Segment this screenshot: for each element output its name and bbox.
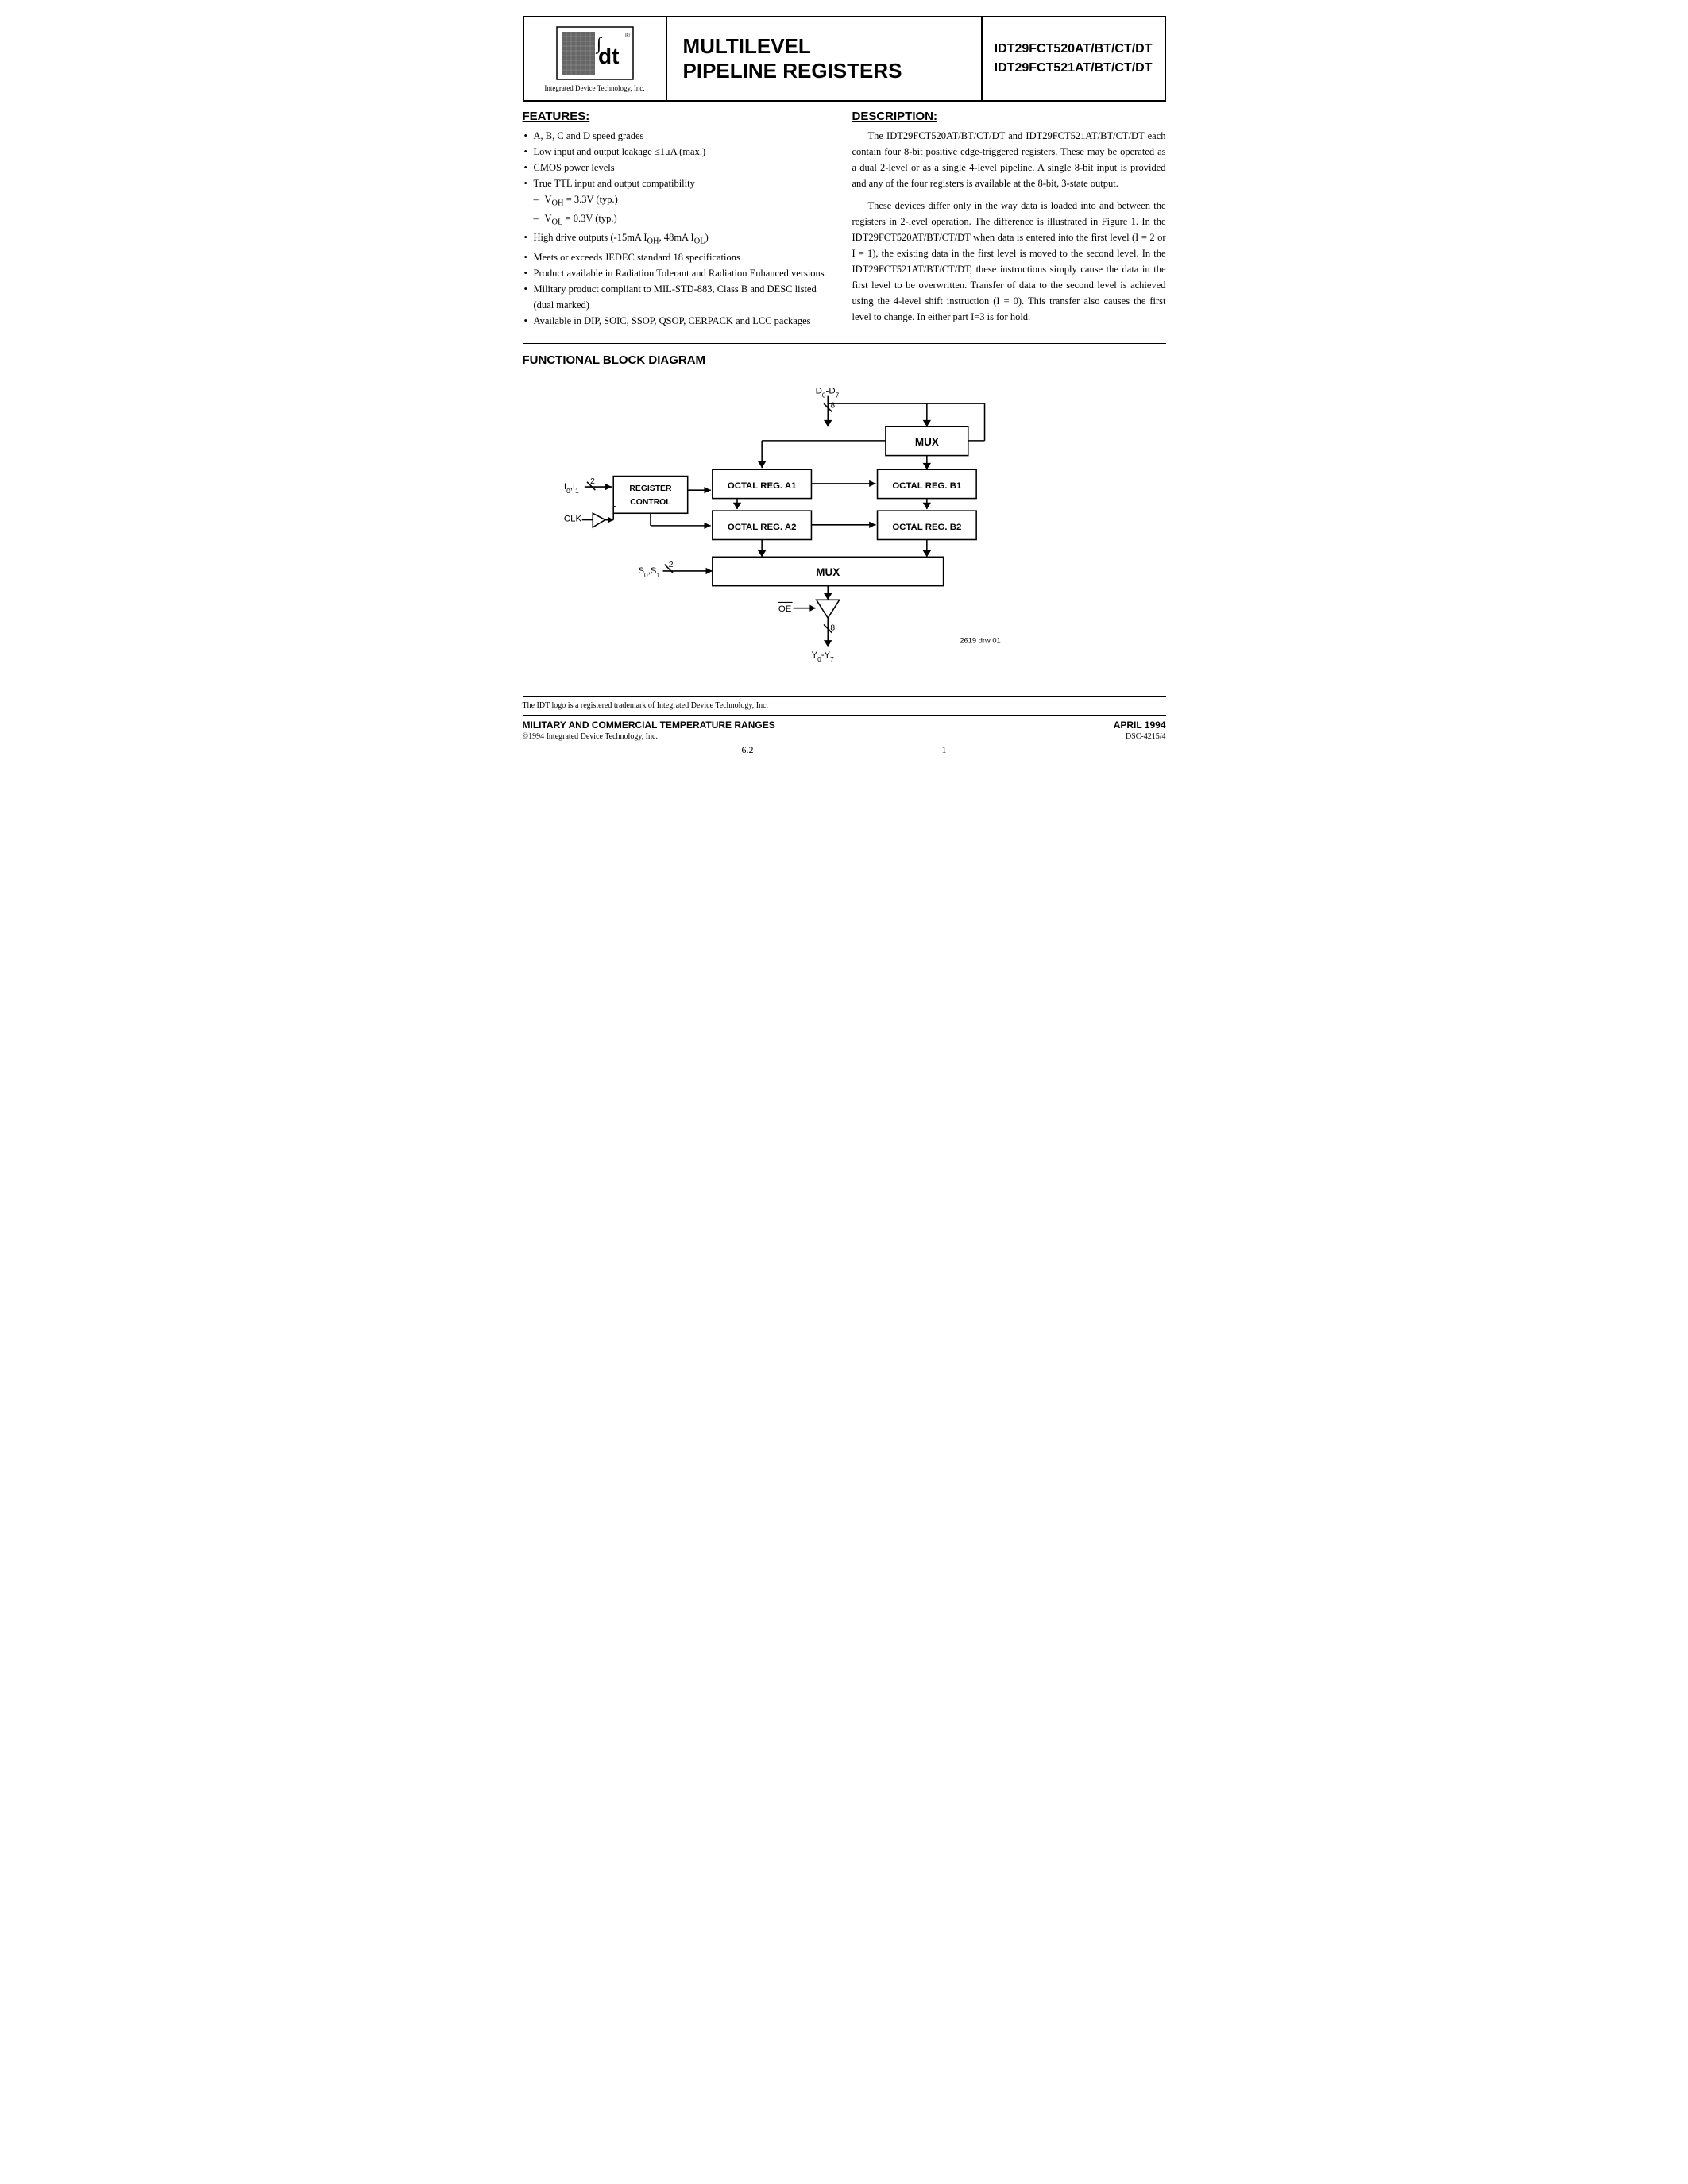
- trademark-text: The IDT logo is a registered trademark o…: [523, 701, 1166, 710]
- clk-buffer-triangle: [593, 513, 605, 527]
- description-body: The IDT29FCT520AT/BT/CT/DT and IDT29FCT5…: [852, 128, 1166, 325]
- features-section: FEATURES: A, B, C and D speed grades Low…: [523, 110, 836, 331]
- clk-label: CLK: [563, 515, 581, 524]
- feature-item: Product available in Radiation Tolerant …: [523, 265, 836, 281]
- footer-mil-text: MILITARY AND COMMERCIAL TEMPERATURE RANG…: [523, 720, 775, 731]
- product-title-line2: PIPELINE REGISTERS: [683, 59, 902, 83]
- y-output-label: Y0-Y7: [811, 650, 834, 663]
- footer-page-number: 6.2 1: [523, 744, 1166, 756]
- feature-item: Meets or exceeds JEDEC standard 18 speci…: [523, 249, 836, 265]
- footer-section: The IDT logo is a registered trademark o…: [523, 696, 1166, 756]
- part-number-1: IDT29FCT520AT/BT/CT/DT: [995, 40, 1153, 59]
- footer-copyright-row: ©1994 Integrated Device Technology, Inc.…: [523, 732, 1166, 741]
- page-header: dt ® ∫ Integrated Device Technology, Inc…: [523, 16, 1166, 102]
- logo-section: dt ® ∫ Integrated Device Technology, Inc…: [524, 17, 667, 100]
- s-bus-width: 2: [668, 561, 673, 569]
- feature-sub-item: VOL = 0.3V (typ.): [523, 210, 836, 230]
- register-control-label1: REGISTER: [629, 484, 672, 493]
- product-title-line1: MULTILEVEL: [683, 34, 811, 59]
- feature-item: A, B, C and D speed grades: [523, 128, 836, 144]
- fbd-heading: FUNCTIONAL BLOCK DIAGRAM: [523, 353, 1166, 367]
- mux-bottom-label: MUX: [816, 566, 840, 578]
- header-title-section: MULTILEVEL PIPELINE REGISTERS: [667, 17, 983, 100]
- feature-item: True TTL input and output compatibility: [523, 176, 836, 191]
- content-section: FEATURES: A, B, C and D speed grades Low…: [523, 110, 1166, 344]
- idt-logo-svg: dt ® ∫: [555, 25, 635, 81]
- register-control-label2: CONTROL: [630, 498, 671, 507]
- register-control-box: [613, 477, 687, 514]
- feature-item: Low input and output leakage ≤1μA (max.): [523, 144, 836, 160]
- feature-item: High drive outputs (-15mA IOH, 48mA IOL): [523, 230, 836, 249]
- feature-item: Available in DIP, SOIC, SSOP, QSOP, CERP…: [523, 313, 836, 329]
- feature-item: CMOS power levels: [523, 160, 836, 176]
- feature-item: Military product compliant to MIL-STD-88…: [523, 281, 836, 313]
- feature-sub-item: VOH = 3.3V (typ.): [523, 191, 836, 210]
- description-para1: The IDT29FCT520AT/BT/CT/DT and IDT29FCT5…: [852, 128, 1166, 191]
- oe-buffer-triangle: [816, 600, 839, 618]
- part-number-2: IDT29FCT521AT/BT/CT/DT: [995, 59, 1153, 78]
- bus-width-top: 8: [830, 401, 835, 410]
- s-input-label: S0,S1: [638, 566, 660, 579]
- doc-number: DSC-4215/4: [1126, 732, 1166, 741]
- diagram-container: D0-D7 8 MUX OCTAL REG. A1 OCTAL: [523, 379, 1166, 681]
- description-heading: DESCRIPTION:: [852, 110, 1166, 123]
- io-input-label: I0,I1: [563, 482, 578, 495]
- footer-date: APRIL 1994: [1114, 720, 1166, 731]
- footer-bottom-bar: MILITARY AND COMMERCIAL TEMPERATURE RANG…: [523, 715, 1166, 731]
- features-heading: FEATURES:: [523, 110, 836, 123]
- reg-b1-label: OCTAL REG. B1: [892, 481, 962, 491]
- block-diagram-svg: D0-D7 8 MUX OCTAL REG. A1 OCTAL: [523, 379, 1166, 693]
- reg-a2-label: OCTAL REG. A2: [727, 523, 796, 532]
- description-section: DESCRIPTION: The IDT29FCT520AT/BT/CT/DT …: [852, 110, 1166, 331]
- io-bus-width: 2: [590, 477, 595, 486]
- copyright-text: ©1994 Integrated Device Technology, Inc.: [523, 732, 658, 741]
- description-para2: These devices differ only in the way dat…: [852, 198, 1166, 325]
- svg-text:®: ®: [625, 32, 630, 39]
- header-part-numbers: IDT29FCT520AT/BT/CT/DT IDT29FCT521AT/BT/…: [983, 17, 1165, 100]
- features-list: A, B, C and D speed grades Low input and…: [523, 128, 836, 329]
- logo-company-text: Integrated Device Technology, Inc.: [544, 84, 644, 92]
- drawing-number: 2619 drw 01: [960, 636, 1000, 644]
- functional-block-diagram-section: FUNCTIONAL BLOCK DIAGRAM D0-D7 8 MUX: [523, 353, 1166, 681]
- reg-a1-label: OCTAL REG. A1: [727, 481, 796, 491]
- mux-top-label: MUX: [914, 436, 938, 448]
- reg-b2-label: OCTAL REG. B2: [892, 523, 961, 532]
- oe-label: OE: [778, 604, 791, 614]
